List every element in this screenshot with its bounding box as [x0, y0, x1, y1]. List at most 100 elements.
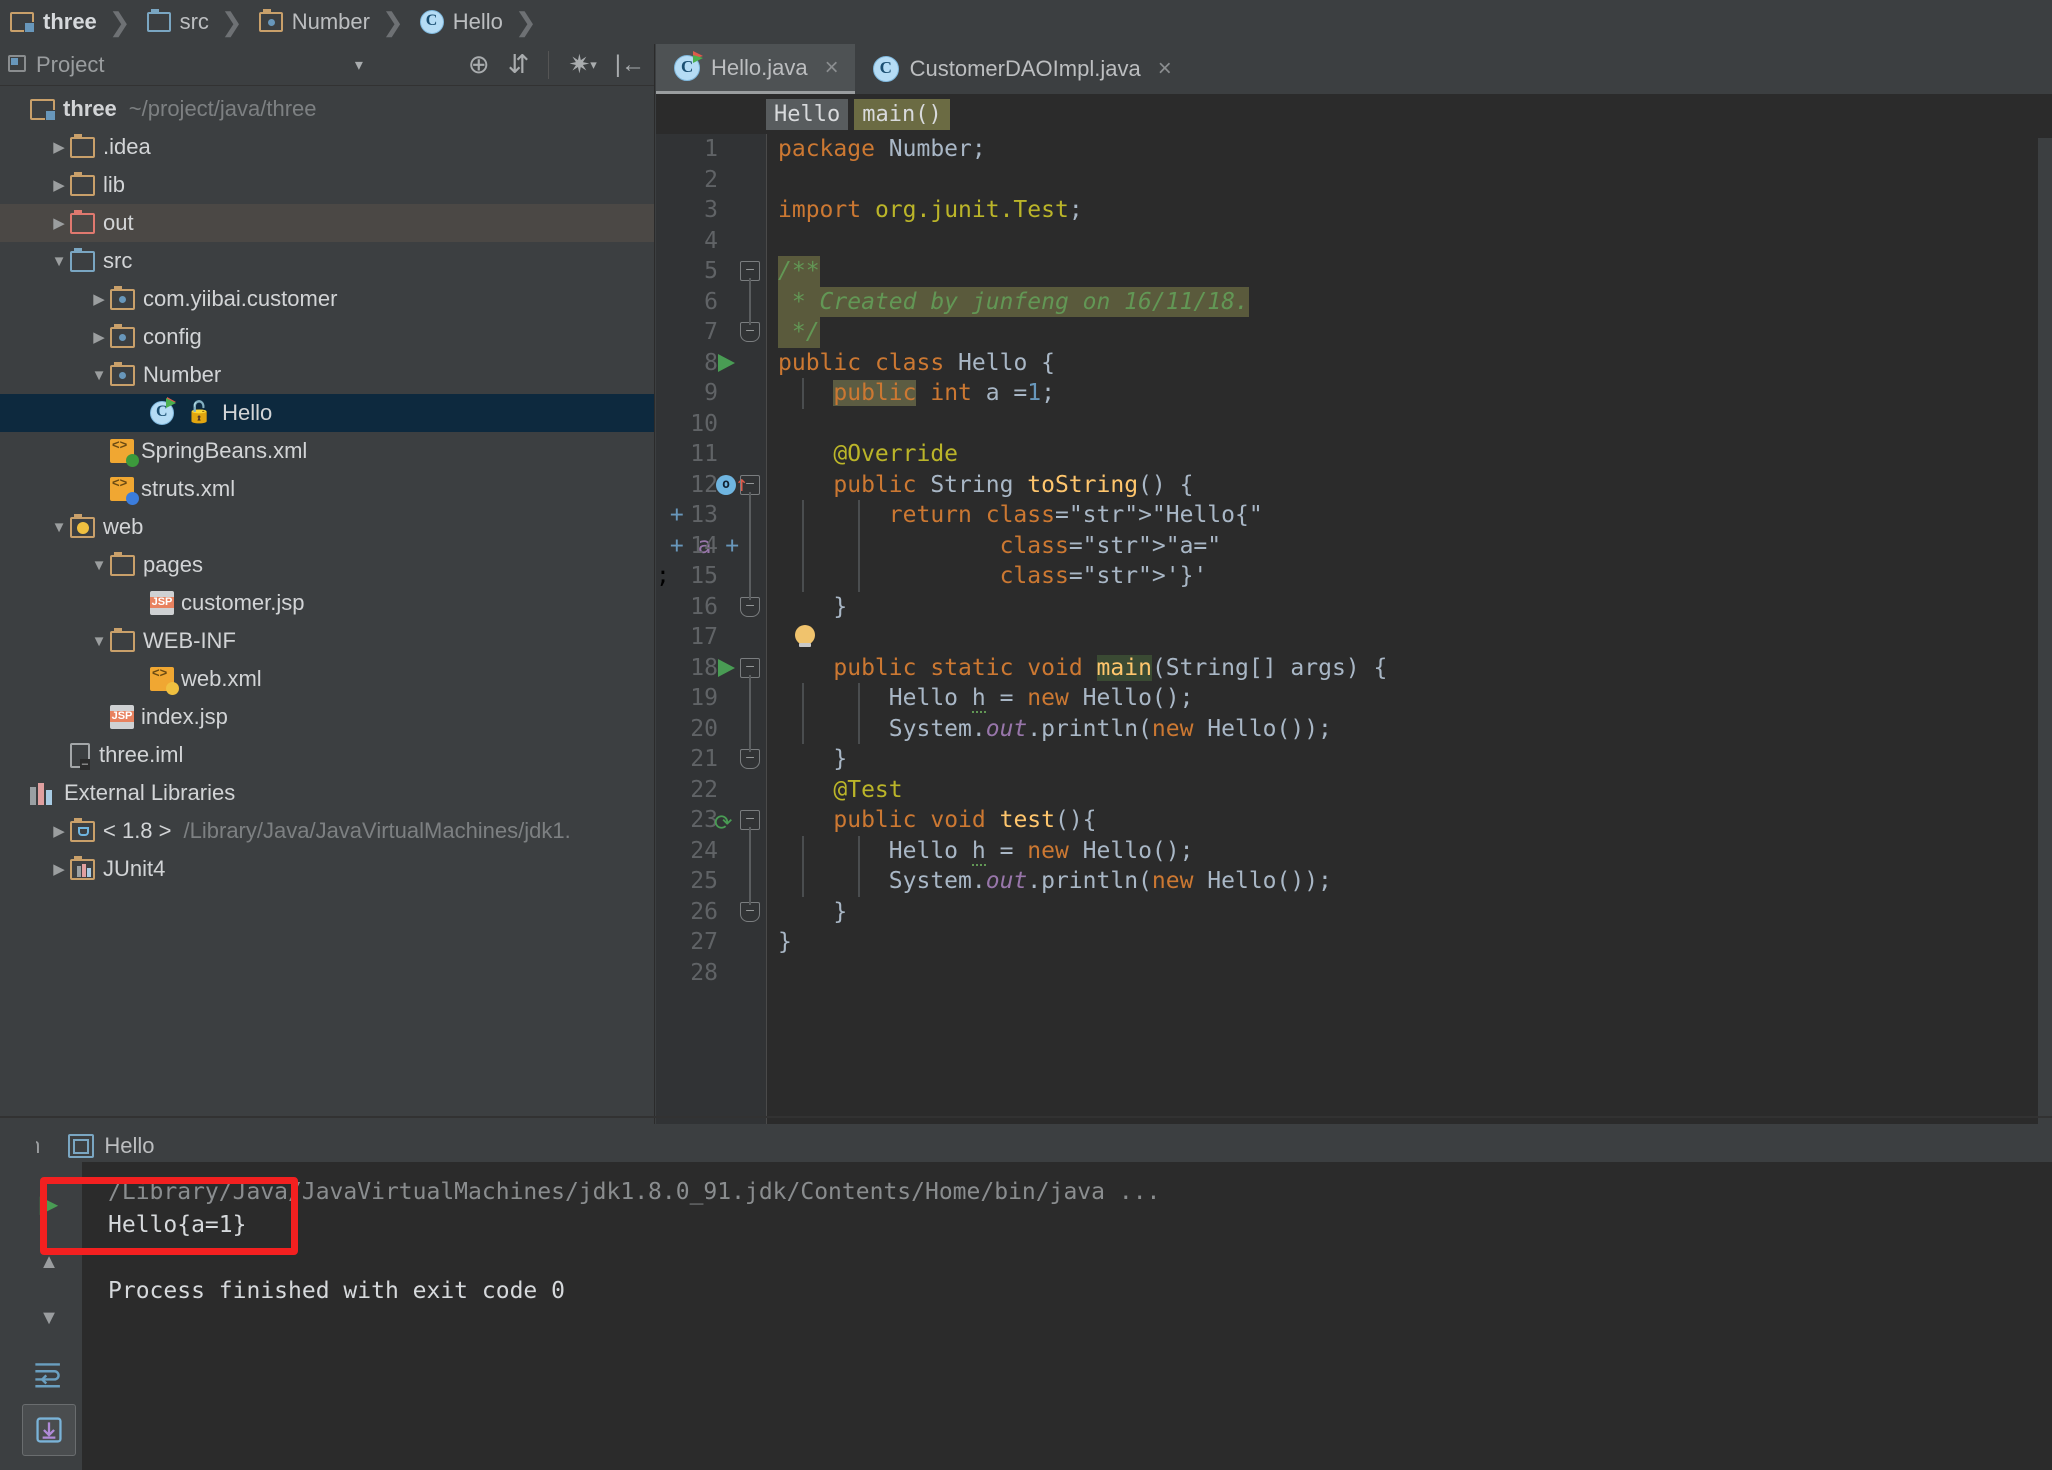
tree-node-number[interactable]: ▼ Number — [0, 356, 654, 394]
code-line[interactable]: 25 System.out.println(new Hello()); — [656, 866, 2052, 897]
structure-crumb-hello[interactable]: Hello — [766, 98, 849, 130]
code-line[interactable]: 23 ⟳ – public void test(){ — [656, 805, 2052, 836]
tree-node-junit4[interactable]: ▶ JUnit4 — [0, 850, 654, 888]
collapse-arrow-icon[interactable]: ▶ — [88, 288, 110, 310]
editor-vertical-scrollbar[interactable] — [2038, 138, 2052, 1128]
tree-node-label: < 1.8 > — [103, 818, 172, 843]
editor-tab-hello-java[interactable]: C Hello.java × — [656, 44, 855, 94]
code-lines[interactable]: 1 package Number; 2 3 import org.junit.Test;… — [656, 134, 2052, 988]
tree-node-config[interactable]: ▶ config — [0, 318, 654, 356]
code-line[interactable]: 17 — [656, 622, 2052, 653]
scroll-up-icon[interactable]: ▲ — [22, 1236, 76, 1288]
tree-node-web-inf[interactable]: ▼ WEB-INF — [0, 622, 654, 660]
code-line[interactable]: 4 — [656, 226, 2052, 257]
close-icon[interactable]: × — [1158, 55, 1172, 83]
code-line[interactable]: 22 @Test — [656, 775, 2052, 806]
expand-arrow-icon[interactable]: ▼ — [88, 630, 110, 652]
tree-node-external-libraries[interactable]: External Libraries — [0, 774, 654, 812]
scroll-to-end-icon[interactable] — [22, 1404, 76, 1456]
run-side-toolbar[interactable]: ▶ ▲ ▼ — [0, 1124, 76, 1470]
tree-node-index-jsp[interactable]: JSP index.jsp — [0, 698, 654, 736]
code-line[interactable]: 21 – } — [656, 744, 2052, 775]
code-line[interactable]: 19 Hello h = new Hello(); — [656, 683, 2052, 714]
intention-bulb-icon[interactable] — [792, 625, 818, 651]
expand-arrow-icon[interactable]: ▼ — [88, 554, 110, 576]
tree-node-springbeans-xml[interactable]: SpringBeans.xml — [0, 432, 654, 470]
tree-node-pages[interactable]: ▼ pages — [0, 546, 654, 584]
code-line[interactable]: 8 public class Hello { — [656, 348, 2052, 379]
tree-node--idea[interactable]: ▶ .idea — [0, 128, 654, 166]
editor-tab-customerdaoimpl-java[interactable]: C CustomerDAOImpl.java × — [855, 44, 1188, 94]
rerun-icon[interactable]: ▶ — [22, 1178, 76, 1230]
chevron-down-icon[interactable]: ▾ — [355, 55, 363, 75]
expand-arrow-icon[interactable]: ▼ — [88, 364, 110, 386]
code-line[interactable]: 9 public int a =1; — [656, 378, 2052, 409]
horizontal-splitter[interactable] — [0, 1116, 2052, 1118]
tree-node-lib[interactable]: ▶ lib — [0, 166, 654, 204]
expand-arrow-icon[interactable]: ▼ — [48, 250, 70, 272]
close-icon[interactable]: × — [825, 54, 839, 82]
console-output[interactable]: /Library/Java/JavaVirtualMachines/jdk1.8… — [82, 1162, 2052, 1470]
code-line[interactable]: 14 class="str">"a=" + a + — [656, 531, 2052, 562]
tree-node-web-xml[interactable]: web.xml — [0, 660, 654, 698]
fold-end-icon[interactable]: – — [740, 596, 760, 617]
code-line[interactable]: 20 System.out.println(new Hello()); — [656, 714, 2052, 745]
line-text: @Override — [833, 441, 959, 467]
breadcrumb-item-src[interactable]: src ❯ — [141, 0, 253, 44]
expand-arrow-icon[interactable]: ▼ — [48, 516, 70, 538]
collapse-arrow-icon[interactable]: ▶ — [48, 174, 70, 196]
tree-node-com-yiibai-customer[interactable]: ▶ com.yiibai.customer — [0, 280, 654, 318]
settings-gear-icon[interactable]: ✷ ▾ — [568, 49, 596, 80]
override-gutter-icon[interactable]: o — [716, 474, 736, 495]
code-line[interactable]: 3 import org.junit.Test; — [656, 195, 2052, 226]
code-line[interactable]: 10 — [656, 409, 2052, 440]
code-line[interactable]: 1 package Number; — [656, 134, 2052, 165]
tree-node-web[interactable]: ▼ web — [0, 508, 654, 546]
collapse-arrow-icon[interactable]: ▶ — [88, 326, 110, 348]
hide-panel-icon[interactable]: |← — [615, 51, 645, 79]
run-gutter-icon[interactable] — [718, 353, 735, 372]
code-line[interactable]: 5–/** — [656, 256, 2052, 287]
code-line[interactable]: 18– public static void main(String[] arg… — [656, 653, 2052, 684]
fold-end-icon[interactable]: – — [740, 901, 760, 922]
code-line[interactable]: 24 Hello h = new Hello(); — [656, 836, 2052, 867]
tree-node-customer-jsp[interactable]: JSP customer.jsp — [0, 584, 654, 622]
fold-end-icon[interactable]: – — [740, 749, 760, 769]
code-line[interactable]: 28 — [656, 958, 2052, 989]
tree-node-hello[interactable]: C 🔓 Hello — [0, 394, 654, 432]
structure-crumb-main[interactable]: main() — [854, 98, 950, 130]
project-tree[interactable]: three ~/project/java/three ▶ .idea ▶ lib ▶ out ▼… — [0, 86, 654, 888]
tree-node-three[interactable]: three ~/project/java/three — [0, 90, 654, 128]
collapse-arrow-icon[interactable]: ▶ — [48, 212, 70, 234]
code-line[interactable]: 16 – } — [656, 592, 2052, 623]
code-line[interactable]: 6 * Created by junfeng on 16/11/18. — [656, 286, 2052, 317]
tree-node-struts-xml[interactable]: struts.xml — [0, 470, 654, 508]
code-line[interactable]: 27} — [656, 927, 2052, 958]
code-line[interactable]: 7 – */ — [656, 317, 2052, 348]
collapse-arrow-icon[interactable]: ▶ — [48, 136, 70, 158]
collapse-all-icon[interactable]: ⇵ — [508, 49, 530, 80]
tree-node-src[interactable]: ▼ src — [0, 242, 654, 280]
code-line[interactable]: 13 return class="str">"Hello{" + — [656, 500, 2052, 531]
tree-node-out[interactable]: ▶ out — [0, 204, 654, 242]
breadcrumb-item-number[interactable]: Number ❯ — [253, 0, 414, 44]
scroll-down-icon[interactable]: ▼ — [22, 1292, 76, 1344]
code-area[interactable]: 1 package Number; 2 3 import org.junit.Test;… — [656, 134, 2052, 1124]
code-line[interactable]: 2 — [656, 165, 2052, 196]
collapse-arrow-icon[interactable]: ▶ — [48, 820, 70, 842]
soft-wrap-icon[interactable] — [22, 1348, 76, 1400]
locate-icon[interactable]: ⊕ — [468, 49, 490, 80]
code-line[interactable]: 15 class="str">'}'; — [656, 561, 2052, 592]
fold-end-icon[interactable]: – — [740, 322, 760, 342]
collapse-arrow-icon[interactable]: ▶ — [48, 858, 70, 880]
print-icon[interactable] — [22, 1462, 76, 1470]
code-line[interactable]: 11 @Override — [656, 439, 2052, 470]
breadcrumb-item-three[interactable]: three ❯ — [4, 0, 141, 44]
code-line[interactable]: 12 o ↑ – public String toString() { — [656, 470, 2052, 501]
breadcrumb-item-hello[interactable]: C Hello ❯ — [414, 0, 547, 44]
tree-node--1-8-[interactable]: ▶ < 1.8 > /Library/Java/JavaVirtualMachine… — [0, 812, 654, 850]
code-line[interactable]: 26 – } — [656, 897, 2052, 928]
run-gutter-icon[interactable] — [718, 658, 735, 677]
tree-node-three-iml[interactable]: three.iml — [0, 736, 654, 774]
editor-tabs[interactable]: C Hello.java × C CustomerDAOImpl.java × — [656, 44, 2052, 94]
